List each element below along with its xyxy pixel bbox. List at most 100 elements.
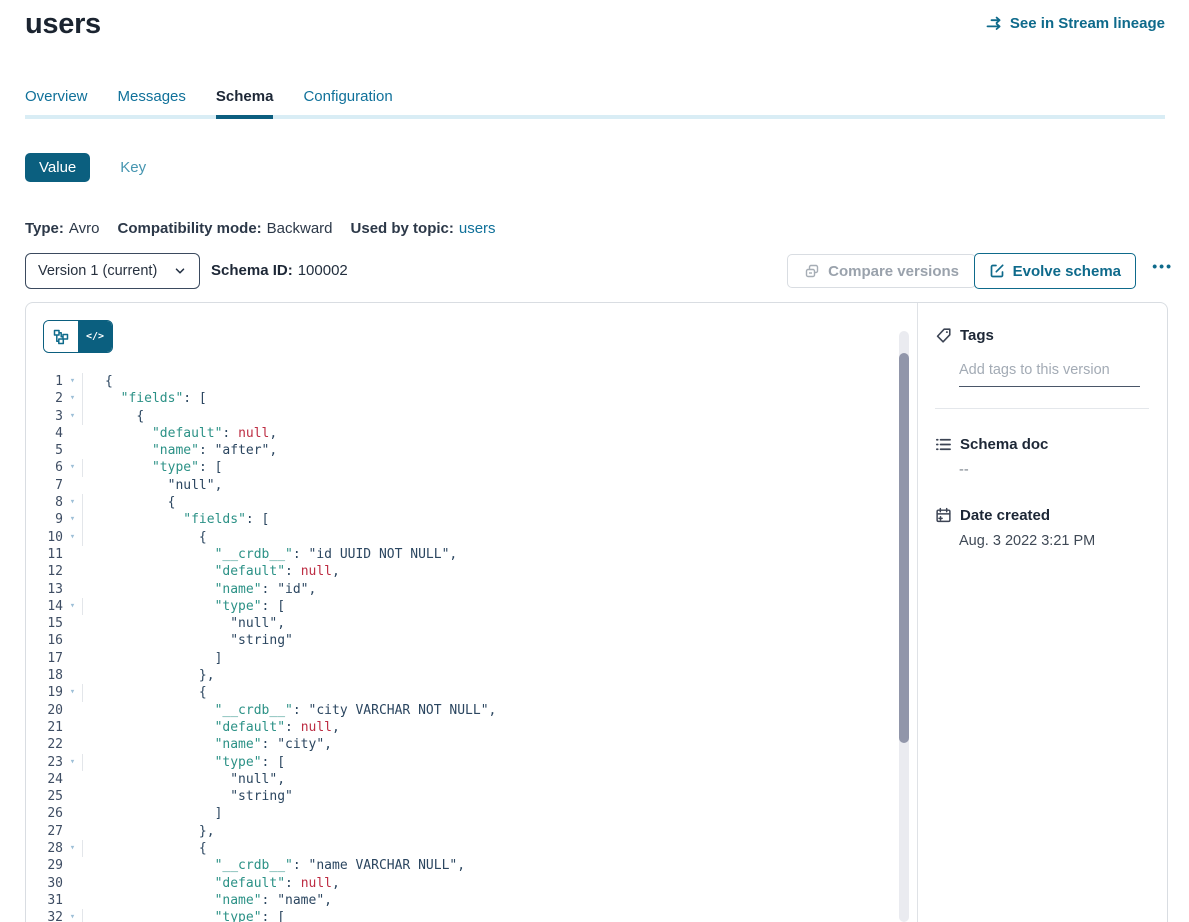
value-toggle-button[interactable]: Value [25, 153, 90, 182]
line-number: 8 [26, 494, 63, 511]
code-line: 5 "name": "after", [26, 442, 893, 459]
code-line: 15 "null", [26, 615, 893, 632]
code-line: 23▾ "type": [ [26, 754, 893, 771]
compare-versions-icon [804, 263, 820, 279]
code-text: "string" [83, 632, 293, 649]
code-line: 3▾ { [26, 408, 893, 425]
schema-sidebar: Tags Schema doc -- [917, 303, 1167, 922]
fold-toggle-icon[interactable]: ▾ [63, 373, 83, 390]
tree-view-icon [53, 329, 69, 345]
type-value: Avro [69, 220, 100, 237]
tab-schema[interactable]: Schema [216, 88, 274, 119]
line-number: 5 [26, 442, 63, 459]
code-line: 27 }, [26, 823, 893, 840]
compare-versions-button[interactable]: Compare versions [787, 254, 976, 288]
line-number: 14 [26, 598, 63, 615]
edit-icon [989, 263, 1005, 279]
line-number: 19 [26, 684, 63, 701]
stream-lineage-link[interactable]: See in Stream lineage [986, 15, 1165, 32]
stream-lineage-label: See in Stream lineage [1010, 15, 1165, 32]
fold-toggle-icon[interactable]: ▾ [63, 754, 83, 771]
code-text: { [83, 408, 144, 425]
code-line: 25 "string" [26, 788, 893, 805]
more-actions-button[interactable]: ••• [1152, 258, 1173, 274]
code-line: 8▾ { [26, 494, 893, 511]
code-text: "null", [83, 771, 285, 788]
code-line: 28▾ { [26, 840, 893, 857]
code-text: "null", [83, 477, 222, 494]
fold-toggle-icon[interactable]: ▾ [63, 684, 83, 701]
fold-toggle-icon[interactable]: ▾ [63, 459, 83, 476]
code-line: 4 "default": null, [26, 425, 893, 442]
code-text: { [83, 373, 113, 390]
topic-link[interactable]: users [459, 220, 496, 237]
fold-toggle-icon[interactable]: ▾ [63, 408, 83, 425]
editor-scrollbar-track[interactable] [899, 331, 909, 922]
schema-id-value: 100002 [298, 262, 348, 279]
tree-view-button[interactable] [44, 321, 78, 352]
line-number: 22 [26, 736, 63, 753]
code-line: 6▾ "type": [ [26, 459, 893, 476]
version-select[interactable]: Version 1 (current) [25, 253, 200, 289]
code-line: 14▾ "type": [ [26, 598, 893, 615]
fold-toggle-icon[interactable]: ▾ [63, 598, 83, 615]
code-line: 16 "string" [26, 632, 893, 649]
code-text: ] [83, 805, 222, 822]
code-text: "name": "city", [83, 736, 332, 753]
code-text: "type": [ [83, 754, 285, 771]
fold-toggle-icon[interactable]: ▾ [63, 494, 83, 511]
code-line: 31 "name": "name", [26, 892, 893, 909]
fold-toggle-icon[interactable]: ▾ [63, 511, 83, 528]
code-text: }, [83, 823, 215, 840]
code-text: "__crdb__": "city VARCHAR NOT NULL", [83, 702, 496, 719]
tag-icon [935, 327, 952, 344]
line-number: 20 [26, 702, 63, 719]
code-text: { [83, 684, 207, 701]
sidebar-divider [935, 408, 1149, 409]
line-number: 21 [26, 719, 63, 736]
calendar-icon [935, 507, 952, 524]
doc-list-icon [935, 436, 952, 453]
code-text: { [83, 494, 175, 511]
code-line: 12 "default": null, [26, 563, 893, 580]
date-created-value: Aug. 3 2022 3:21 PM [959, 533, 1149, 549]
code-text: ] [83, 650, 222, 667]
code-view-button[interactable]: </> [78, 321, 112, 352]
tags-heading-label: Tags [960, 327, 994, 344]
topic-label: Used by topic: [351, 220, 454, 237]
evolve-schema-button[interactable]: Evolve schema [974, 253, 1136, 289]
compat-field: Compatibility mode:Backward [117, 220, 332, 237]
line-number: 2 [26, 390, 63, 407]
line-number: 3 [26, 408, 63, 425]
code-line: 21 "default": null, [26, 719, 893, 736]
schema-id-label: Schema ID: [211, 262, 293, 279]
code-line: 26 ] [26, 805, 893, 822]
code-text: "type": [ [83, 459, 222, 476]
date-created-heading: Date created [935, 507, 1149, 524]
fold-toggle-icon[interactable]: ▾ [63, 390, 83, 407]
code-text: "__crdb__": "name VARCHAR NULL", [83, 857, 465, 874]
key-toggle-button[interactable]: Key [120, 159, 146, 176]
fold-toggle-icon[interactable]: ▾ [63, 840, 83, 857]
tags-input[interactable] [959, 360, 1140, 387]
line-number: 1 [26, 373, 63, 390]
line-number: 29 [26, 857, 63, 874]
date-created-heading-label: Date created [960, 507, 1050, 524]
code-line: 29 "__crdb__": "name VARCHAR NULL", [26, 857, 893, 874]
code-text: { [83, 840, 207, 857]
tab-configuration[interactable]: Configuration [303, 88, 392, 119]
code-line: 17 ] [26, 650, 893, 667]
tab-messages[interactable]: Messages [118, 88, 186, 119]
line-number: 15 [26, 615, 63, 632]
line-number: 11 [26, 546, 63, 563]
editor-scrollbar-thumb[interactable] [899, 353, 909, 743]
line-number: 13 [26, 581, 63, 598]
fold-toggle-icon[interactable]: ▾ [63, 529, 83, 546]
schema-doc-heading-label: Schema doc [960, 436, 1048, 453]
tab-track [25, 115, 1165, 119]
type-field: Type:Avro [25, 220, 99, 237]
code-line: 11 "__crdb__": "id UUID NOT NULL", [26, 546, 893, 563]
stream-lineage-icon [986, 16, 1003, 31]
tab-overview[interactable]: Overview [25, 88, 88, 119]
schema-meta-row: Type:Avro Compatibility mode:Backward Us… [25, 220, 496, 237]
